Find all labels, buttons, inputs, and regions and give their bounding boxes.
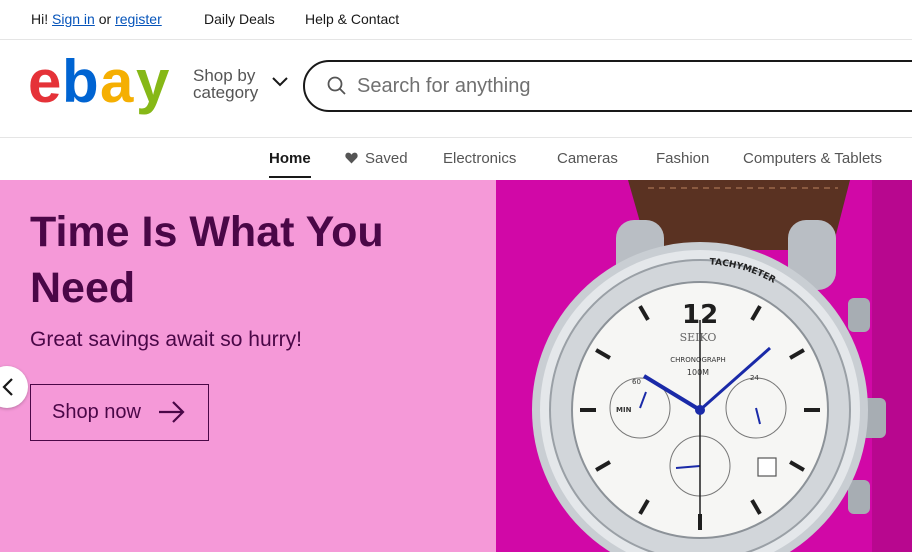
svg-text:b: b (62, 50, 99, 115)
shop-now-button[interactable]: Shop now (30, 384, 209, 441)
greeting: Hi! Sign in or register (31, 11, 162, 27)
greeting-text: Hi! (31, 11, 49, 27)
nav-electronics[interactable]: Electronics (443, 150, 516, 180)
nav-home[interactable]: Home (269, 150, 311, 180)
top-utility-bar: Hi! Sign in or register Daily Deals Help… (0, 0, 912, 40)
search-bar (303, 60, 912, 112)
watch-pusher (848, 480, 870, 514)
daily-deals-link[interactable]: Daily Deals (204, 11, 275, 27)
or-text: or (98, 11, 112, 27)
hero-banner[interactable]: Time Is What You Need Great savings awai… (0, 180, 912, 552)
watch-date-window (757, 457, 777, 477)
watch-label-chronograph: CHRONOGRAPH (670, 356, 726, 364)
arrow-right-icon (159, 401, 185, 423)
chevron-down-icon (272, 77, 288, 87)
chevron-left-icon (2, 378, 13, 396)
search-input[interactable] (357, 72, 897, 100)
nav-cameras[interactable]: Cameras (557, 150, 618, 180)
search-icon (327, 76, 346, 95)
heart-icon (345, 152, 358, 164)
nav-fashion[interactable]: Fashion (656, 150, 709, 180)
watch-min-label: MIN (616, 406, 632, 414)
shop-by-category-label: Shop by category (193, 66, 259, 102)
register-link[interactable]: register (115, 11, 162, 27)
shop-now-label: Shop now (52, 401, 141, 423)
watch-subdial-60: 60 (632, 378, 641, 386)
sign-in-link[interactable]: Sign in (52, 11, 95, 27)
hero-title: Time Is What You Need (30, 208, 384, 312)
hero-subtitle: Great savings await so hurry! (30, 328, 302, 351)
svg-text:a: a (100, 50, 134, 115)
watch-image: TACHYMETER SEIKO CHRONOGRAPH 100M 12 MIN… (532, 180, 886, 552)
shop-by-category-button[interactable]: Shop by category (193, 67, 293, 105)
svg-text:y: y (136, 50, 170, 115)
watch-subdial-24: 24 (750, 374, 759, 382)
watch-brand: SEIKO (680, 331, 717, 344)
nav-saved[interactable]: Saved (345, 150, 408, 180)
svg-text:e: e (28, 50, 60, 115)
nav-saved-label: Saved (365, 150, 408, 167)
watch-pusher (848, 298, 870, 332)
ebay-logo[interactable]: e b a y (28, 50, 178, 118)
help-contact-link[interactable]: Help & Contact (305, 11, 399, 27)
watch-label-100m: 100M (687, 368, 709, 377)
nav-computers-tablets[interactable]: Computers & Tablets (743, 150, 882, 180)
nav-divider (0, 137, 912, 138)
